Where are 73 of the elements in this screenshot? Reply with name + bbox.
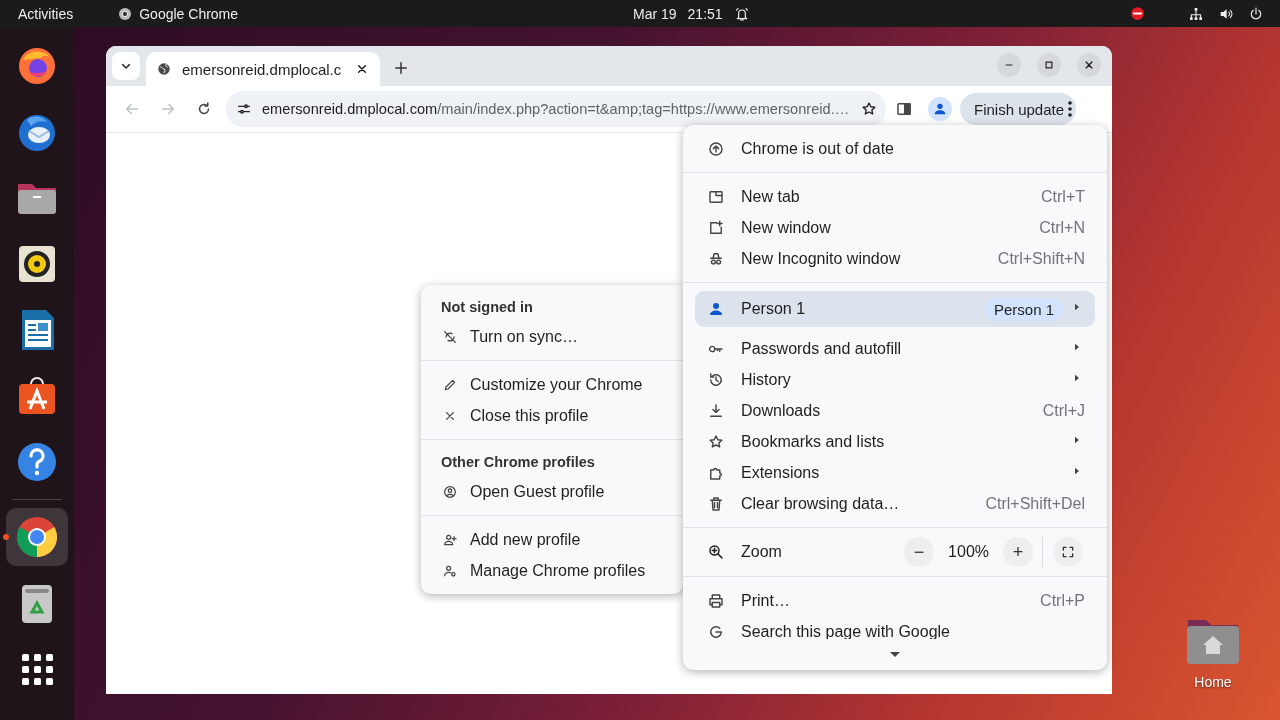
trash-icon: [707, 494, 725, 513]
shortcut-label: Ctrl+Shift+Del: [985, 494, 1085, 513]
upgrade-icon: [707, 139, 725, 158]
menu-item[interactable]: Bookmarks and lists: [741, 432, 885, 451]
star-icon: [860, 100, 878, 118]
tab-search-button[interactable]: [112, 52, 140, 80]
fullscreen-icon: [1060, 544, 1076, 560]
menu-item[interactable]: Extensions: [741, 463, 820, 482]
menu-item[interactable]: Chrome is out of date: [741, 139, 894, 158]
shortcut-label: Ctrl+T: [1041, 187, 1085, 206]
shortcut-label: Ctrl+Shift+N: [997, 249, 1085, 268]
menu-item[interactable]: Person 1: [741, 300, 806, 318]
menu-item[interactable]: Clear browsing data…: [741, 494, 900, 513]
side-panel-icon: [895, 100, 913, 118]
zoom-out-button[interactable]: −: [904, 537, 935, 567]
menu-item[interactable]: Passwords and autofill: [741, 339, 902, 358]
menu-item[interactable]: New tab: [741, 187, 800, 206]
menu-item[interactable]: Open Guest profile: [470, 482, 605, 501]
zoom-icon: [707, 543, 725, 561]
menu-item[interactable]: Close this profile: [470, 406, 589, 425]
person-icon: [707, 300, 725, 318]
printer-icon: [707, 591, 725, 610]
address-bar[interactable]: emersonreid.dmplocal.com/main/index.php?action=t&amp;tag=https://www.emersonreid.…: [226, 91, 886, 127]
power-icon: [1248, 5, 1264, 22]
menu-item[interactable]: Manage Chrome profiles: [470, 561, 646, 580]
menu-item-highlight[interactable]: Person 1 Person 1: [695, 291, 1095, 327]
zoom-level: 100%: [948, 543, 989, 561]
menu-item[interactable]: History: [741, 370, 791, 389]
close-button[interactable]: [1077, 53, 1101, 77]
globe-icon: [156, 61, 172, 77]
chrome-icon: [117, 5, 134, 22]
desktop-icon-label: Home: [1194, 674, 1232, 690]
date-label[interactable]: Mar 19: [633, 5, 677, 22]
more-icon: [1068, 101, 1073, 117]
new-window-icon: [707, 218, 725, 237]
network-icon: [1188, 5, 1204, 22]
url-text: emersonreid.dmplocal.com/main/index.php?action=t&amp;tag=https://www.emersonreid.…: [262, 101, 851, 117]
history-icon: [707, 370, 725, 389]
menu-item[interactable]: Search this page with Google: [741, 622, 950, 639]
plus-icon: [392, 59, 410, 77]
menu-item[interactable]: Customize your Chrome: [470, 375, 643, 394]
zoom-in-button[interactable]: +: [1003, 537, 1033, 567]
browser-tab[interactable]: emersonreid.dmplocal.c: [146, 52, 380, 86]
shortcut-label: Ctrl+J: [1042, 401, 1085, 420]
star-icon: [707, 432, 725, 451]
menu-item[interactable]: New window: [741, 218, 831, 237]
scroll-down-icon: [890, 652, 900, 657]
fullscreen-button[interactable]: [1053, 537, 1083, 567]
menu-item-label: Zoom: [741, 543, 782, 561]
menu-item[interactable]: Print…: [741, 591, 790, 610]
app-name[interactable]: Google Chrome: [139, 5, 239, 22]
clock-label[interactable]: 21:51: [687, 5, 723, 22]
menu-item[interactable]: New Incognito window: [741, 249, 901, 268]
shortcut-label: Ctrl+P: [1040, 591, 1085, 610]
new-tab-button[interactable]: [392, 59, 410, 77]
person-icon: [932, 101, 948, 117]
shortcut-label: Ctrl+N: [1039, 218, 1085, 237]
maximize-button[interactable]: [1037, 53, 1061, 77]
guest-icon: [442, 483, 458, 500]
sync-off-icon: [442, 328, 458, 345]
menu-item[interactable]: Add new profile: [470, 530, 581, 549]
profile-avatar-button[interactable]: [928, 97, 952, 121]
menu-item[interactable]: Downloads: [741, 401, 821, 420]
activities-button[interactable]: Activities: [18, 5, 74, 22]
finish-update-button[interactable]: Finish update: [960, 93, 1077, 125]
section-heading: Other Chrome profiles: [441, 454, 595, 470]
download-icon: [707, 401, 725, 420]
menu-item[interactable]: Turn on sync…: [470, 327, 578, 346]
maximize-icon: [1042, 58, 1056, 72]
bell-icon: [733, 5, 750, 22]
profile-chip: Person 1: [984, 297, 1063, 321]
section-heading: Not signed in: [441, 299, 533, 315]
no-entry-icon: [1129, 5, 1146, 22]
